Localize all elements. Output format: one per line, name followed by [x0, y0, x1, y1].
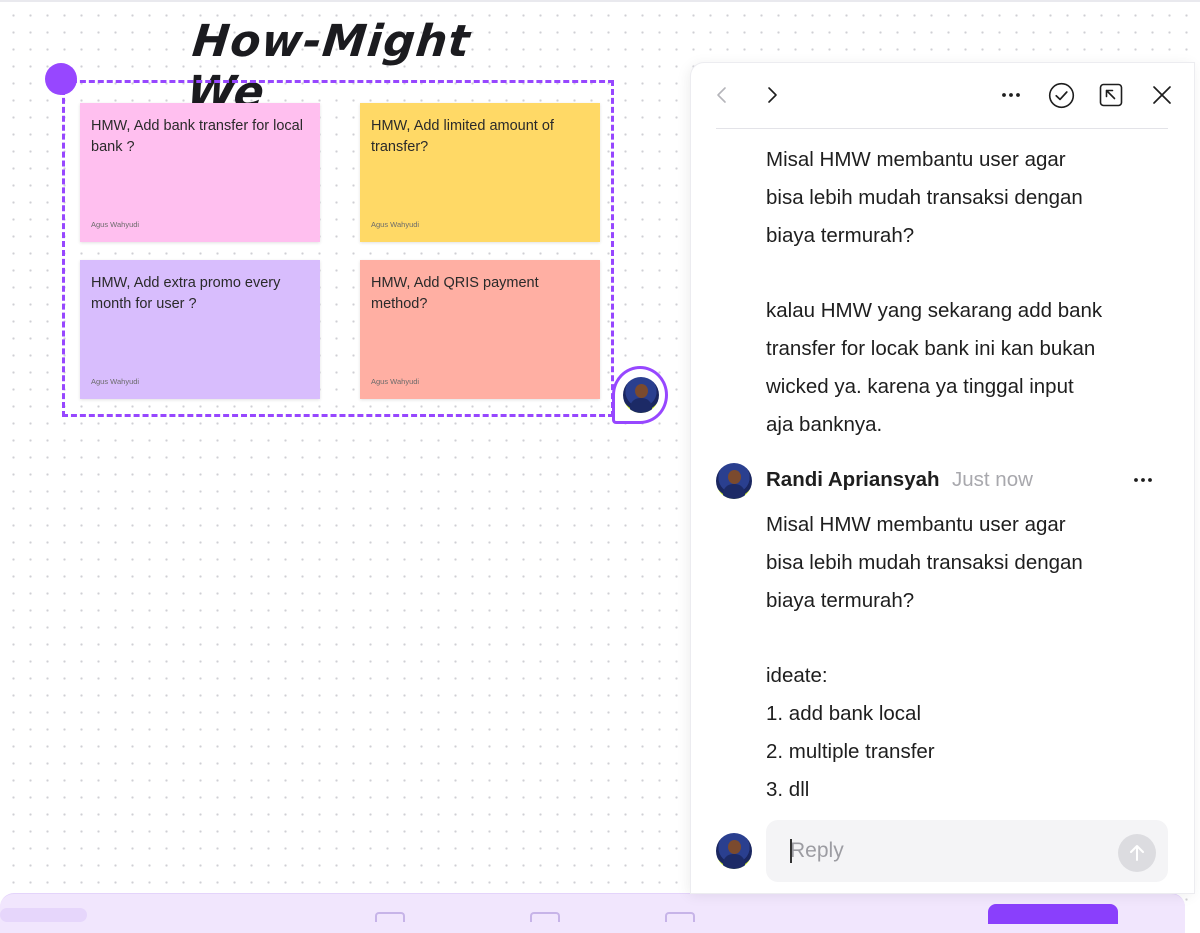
next-comment-button[interactable]	[758, 81, 786, 109]
toolbar-square-icon[interactable]	[530, 912, 560, 922]
toolbar-square-icon[interactable]	[375, 912, 405, 922]
sticky-note-3[interactable]: HMW, Add extra promo every month for use…	[80, 260, 320, 399]
avatar	[716, 463, 752, 499]
selection-handle[interactable]	[45, 63, 77, 95]
chevron-right-icon	[768, 87, 777, 103]
sticky-text: HMW, Add bank transfer for local bank ?	[91, 118, 303, 155]
comments-panel-header	[691, 63, 1194, 129]
resolve-button[interactable]	[1047, 81, 1075, 109]
sticky-author: Agus Wahyudi	[371, 220, 420, 229]
send-reply-button[interactable]	[1118, 834, 1156, 872]
avatar	[716, 833, 752, 869]
comment-timestamp: Just now	[952, 468, 1033, 491]
prev-comment-button[interactable]	[708, 81, 736, 109]
close-panel-button[interactable]	[1148, 81, 1176, 109]
sticky-author: Agus Wahyudi	[371, 377, 420, 386]
comment-body: Misal HMW membantu user agar bisa lebih …	[766, 148, 1103, 436]
sticky-note-4[interactable]: HMW, Add QRIS payment method? Agus Wahyu…	[360, 260, 600, 399]
text-caret	[790, 839, 792, 863]
sticky-author: Agus Wahyudi	[91, 220, 140, 229]
chevron-left-icon	[717, 87, 726, 103]
avatar	[623, 377, 659, 413]
open-in-canvas-button[interactable]	[1097, 81, 1125, 109]
sticky-note-2[interactable]: HMW, Add limited amount of transfer? Agu…	[360, 103, 600, 242]
reply-input[interactable]	[766, 820, 1168, 882]
sticky-text: HMW, Add QRIS payment method?	[371, 275, 539, 312]
sticky-text: HMW, Add extra promo every month for use…	[91, 275, 281, 312]
close-icon	[1153, 86, 1171, 104]
arrow-up-icon	[1130, 845, 1144, 861]
comment-more-button[interactable]	[1131, 468, 1155, 492]
bottom-toolbar	[0, 893, 1185, 933]
resolve-check-icon	[1048, 82, 1074, 108]
comment-body: Misal HMW membantu user agar bisa lebih …	[766, 513, 1083, 801]
more-horizontal-icon	[1134, 478, 1152, 482]
open-external-icon	[1099, 83, 1123, 107]
toolbar-pill[interactable]	[0, 908, 87, 922]
header-divider	[716, 128, 1168, 129]
comments-panel: Misal HMW membantu user agar bisa lebih …	[691, 63, 1194, 893]
more-horizontal-icon	[1002, 93, 1020, 97]
toolbar-square-icon[interactable]	[665, 912, 695, 922]
more-options-button[interactable]	[997, 81, 1025, 109]
sticky-author: Agus Wahyudi	[91, 377, 140, 386]
toolbar-primary-button[interactable]	[988, 904, 1118, 924]
comment-pin-marker[interactable]	[612, 366, 668, 424]
comment-author: Randi Apriansyah	[766, 468, 940, 491]
sticky-text: HMW, Add limited amount of transfer?	[371, 118, 554, 155]
sticky-note-1[interactable]: HMW, Add bank transfer for local bank ? …	[80, 103, 320, 242]
